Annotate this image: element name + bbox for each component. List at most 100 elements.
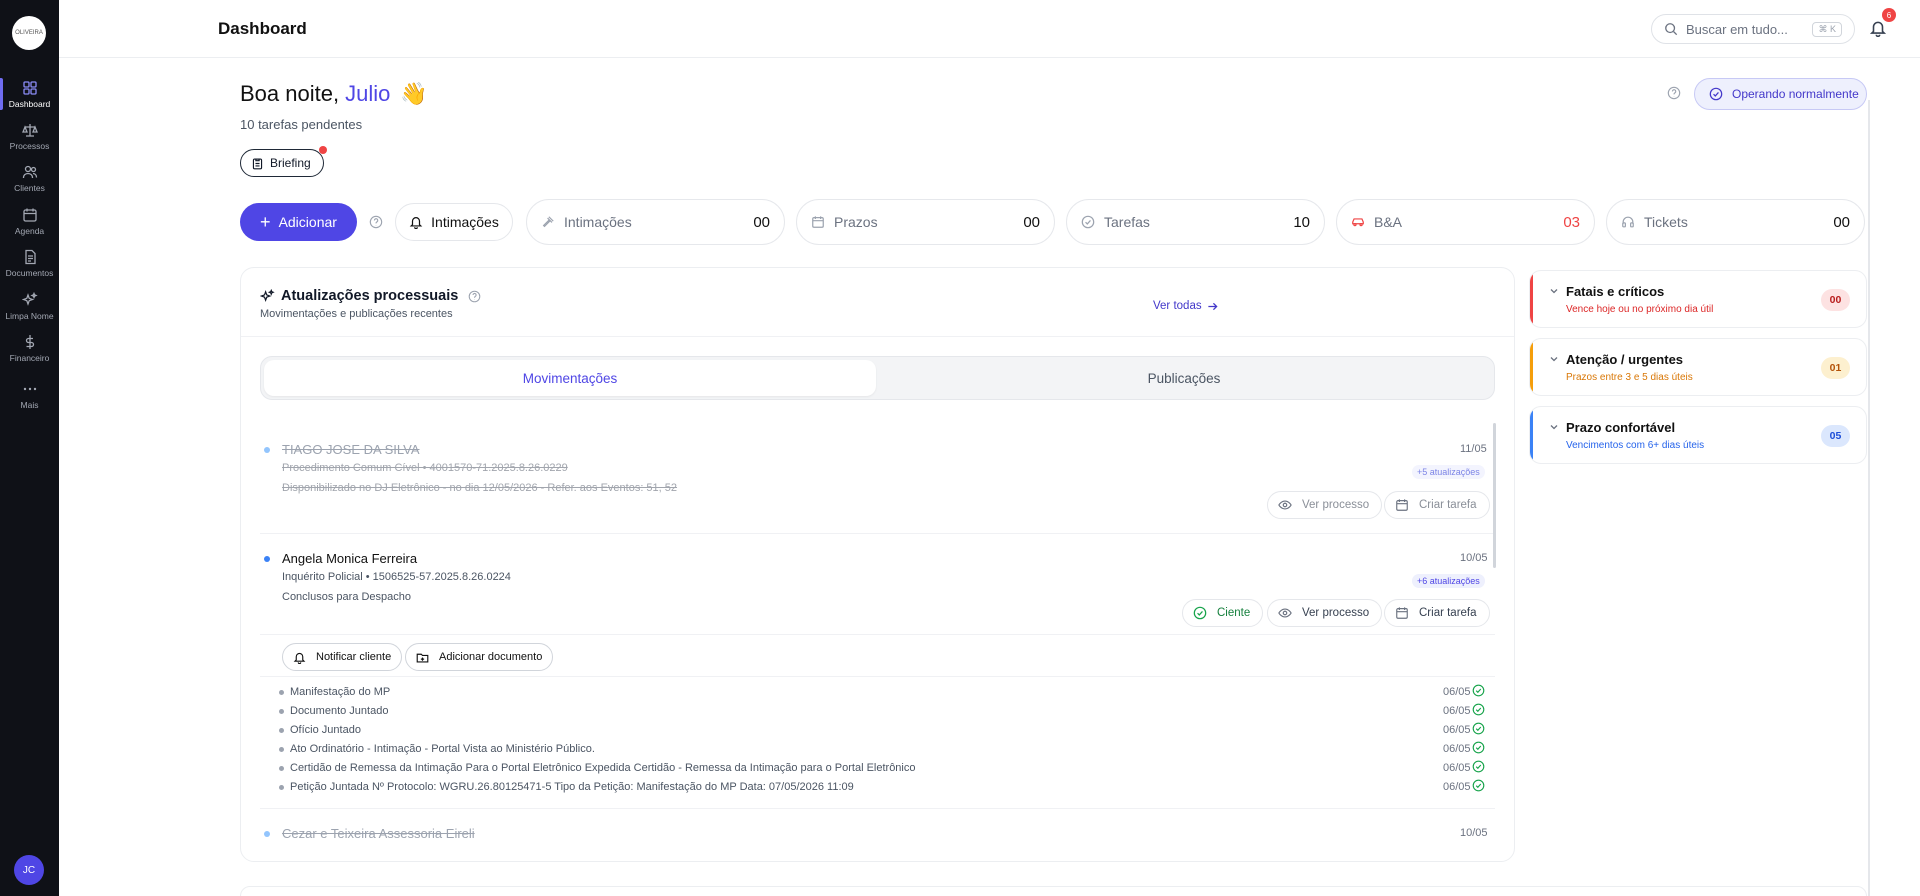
stat-label: B&A [1374,214,1403,230]
help-icon[interactable] [1667,86,1681,100]
status-label: Operando normalmente [1732,87,1859,101]
deadline-panel-urgentes[interactable]: Atenção / urgentes Prazos entre 3 e 5 di… [1529,338,1867,396]
arrow-right-icon [1207,302,1218,310]
intimacoes-button[interactable]: Intimações [395,203,513,241]
sidebar-item-processos[interactable]: Processos [0,116,59,156]
movement-date: 06/05 [1443,705,1471,717]
panel-title: Fatais e críticos [1566,284,1665,299]
item-process: Procedimento Comum Cível • 4001570-71.20… [282,462,568,474]
sidebar-item-clientes[interactable]: Clientes [0,158,59,198]
deadline-panel-fatais[interactable]: Fatais e críticos Vence hoje ou no próxi… [1529,270,1867,328]
see-all-link[interactable]: Ver todas [1153,300,1218,312]
panel-subtitle: Vence hoje ou no próximo dia útil [1566,304,1714,315]
updates-title: Atualizações processuais [260,288,487,304]
sidebar-item-financeiro[interactable]: Financeiro [0,328,59,368]
briefing-button[interactable]: Briefing [240,146,327,177]
movement-date: 06/05 [1443,724,1471,736]
briefing-label: Briefing [270,156,311,170]
stat-tickets[interactable]: Tickets 00 [1606,199,1865,245]
panel-accent-bar [1530,407,1533,463]
avatar[interactable]: JC [14,855,44,885]
divider [260,676,1495,677]
updates-count-badge[interactable]: +6 atualizações [1412,574,1485,588]
calendar-icon [1396,499,1408,511]
dollar-icon [25,334,34,349]
sidebar-item-agenda[interactable]: Agenda [0,201,59,241]
tab-movimentacoes[interactable]: Movimentações [264,360,876,396]
page-title: Dashboard [218,19,307,38]
view-process-button[interactable]: Ver processo [1267,599,1383,627]
panel-accent-bar [1530,339,1533,395]
stat-tarefas[interactable]: Tarefas 10 [1066,199,1325,245]
page-scrollbar[interactable] [1868,100,1870,896]
aware-button[interactable]: Ciente [1182,599,1264,627]
sidebar-item-label: Processos [9,140,50,151]
view-process-label: Ver processo [1302,499,1370,511]
firm-logo[interactable]: OLIVEIRA [12,16,46,50]
unread-dot [264,831,270,837]
sparkles-icon [260,288,275,302]
sidebar-item-documentos[interactable]: Documentos [0,243,59,283]
help-icon[interactable] [468,290,481,303]
panel-count-badge: 00 [1821,289,1850,311]
gavel-icon [542,216,554,228]
search-input[interactable]: Buscar em tudo... ⌘ K [1651,14,1855,44]
sidebar-item-mais[interactable]: Mais [0,375,59,415]
system-status-badge[interactable]: Operando normalmente [1694,78,1867,110]
create-task-label: Criar tarefa [1419,499,1477,511]
next-card [240,886,1867,896]
movement-date: 06/05 [1443,781,1471,793]
create-task-button[interactable]: Criar tarefa [1384,599,1490,627]
stat-label: Tarefas [1104,214,1150,230]
item-title[interactable]: Angela Monica Ferreira [282,551,417,566]
check-circle-icon [1472,722,1485,735]
movement-item: Manifestação do MP 06/05 [279,684,1485,703]
sidebar-item-label: Agenda [14,225,45,236]
list-scrollbar[interactable] [1493,423,1496,568]
sidebar-item-dashboard[interactable]: Dashboard [0,74,59,114]
greeting: Boa noite, Julio 👋 [240,81,428,107]
updates-count-badge[interactable]: +5 atualizações [1412,465,1485,479]
view-process-button[interactable]: Ver processo [1267,491,1383,519]
check-circle-icon [1193,606,1207,620]
tab-publicacoes[interactable]: Publicações [878,360,1490,396]
panel-count-badge: 05 [1821,425,1850,447]
item-title[interactable]: TIAGO JOSE DA SILVA [282,442,420,457]
bell-icon[interactable] [1869,19,1887,37]
add-document-button[interactable]: Adicionar documento [405,643,554,671]
help-icon[interactable] [369,215,383,229]
car-icon [1352,218,1364,227]
bullet-dot [279,728,284,733]
create-task-button[interactable]: Criar tarefa [1384,491,1490,519]
eye-icon [1278,608,1292,618]
view-process-label: Ver processo [1302,607,1370,619]
stat-prazos[interactable]: Prazos 00 [796,199,1055,245]
movement-text: Ato Ordinatório - Intimação - Portal Vis… [290,743,595,755]
bullet-dot [279,709,284,714]
item-date: 10/05 [1460,827,1488,839]
clipboard-icon [252,157,263,169]
movement-date: 06/05 [1443,743,1471,755]
stat-intimacoes[interactable]: Intimações 00 [526,199,785,245]
scale-icon [21,123,38,137]
notification-badge: 6 [1882,8,1896,22]
see-all-label: Ver todas [1153,300,1202,312]
sidebar-item-label: Documentos [5,267,54,278]
stat-ba[interactable]: B&A 03 [1336,199,1595,245]
sidebar-item-limpa-nome[interactable]: Limpa Nome [0,286,59,326]
item-title[interactable]: Cezar e Teixeira Assessoria Eireli [282,826,475,841]
stat-value: 00 [753,213,770,231]
intimacoes-label: Intimações [431,214,499,230]
panel-title: Atenção / urgentes [1566,352,1684,367]
search-shortcut: ⌘ K [1812,22,1842,37]
panel-subtitle: Prazos entre 3 e 5 dias úteis [1566,372,1693,383]
add-button[interactable]: + Adicionar [240,203,357,241]
chevron-down-icon [1550,425,1558,430]
updates-title-text: Atualizações processuais [281,288,459,304]
sidebar-item-label: Clientes [14,182,45,193]
deadline-panel-confortavel[interactable]: Prazo confortável Vencimentos com 6+ dia… [1529,406,1867,464]
updates-card: Atualizações processuais Movimentações e… [240,267,1515,862]
notify-client-button[interactable]: Notificar cliente [282,643,403,671]
movement-text: Ofício Juntado [290,724,361,736]
folder-plus-icon [416,653,429,663]
